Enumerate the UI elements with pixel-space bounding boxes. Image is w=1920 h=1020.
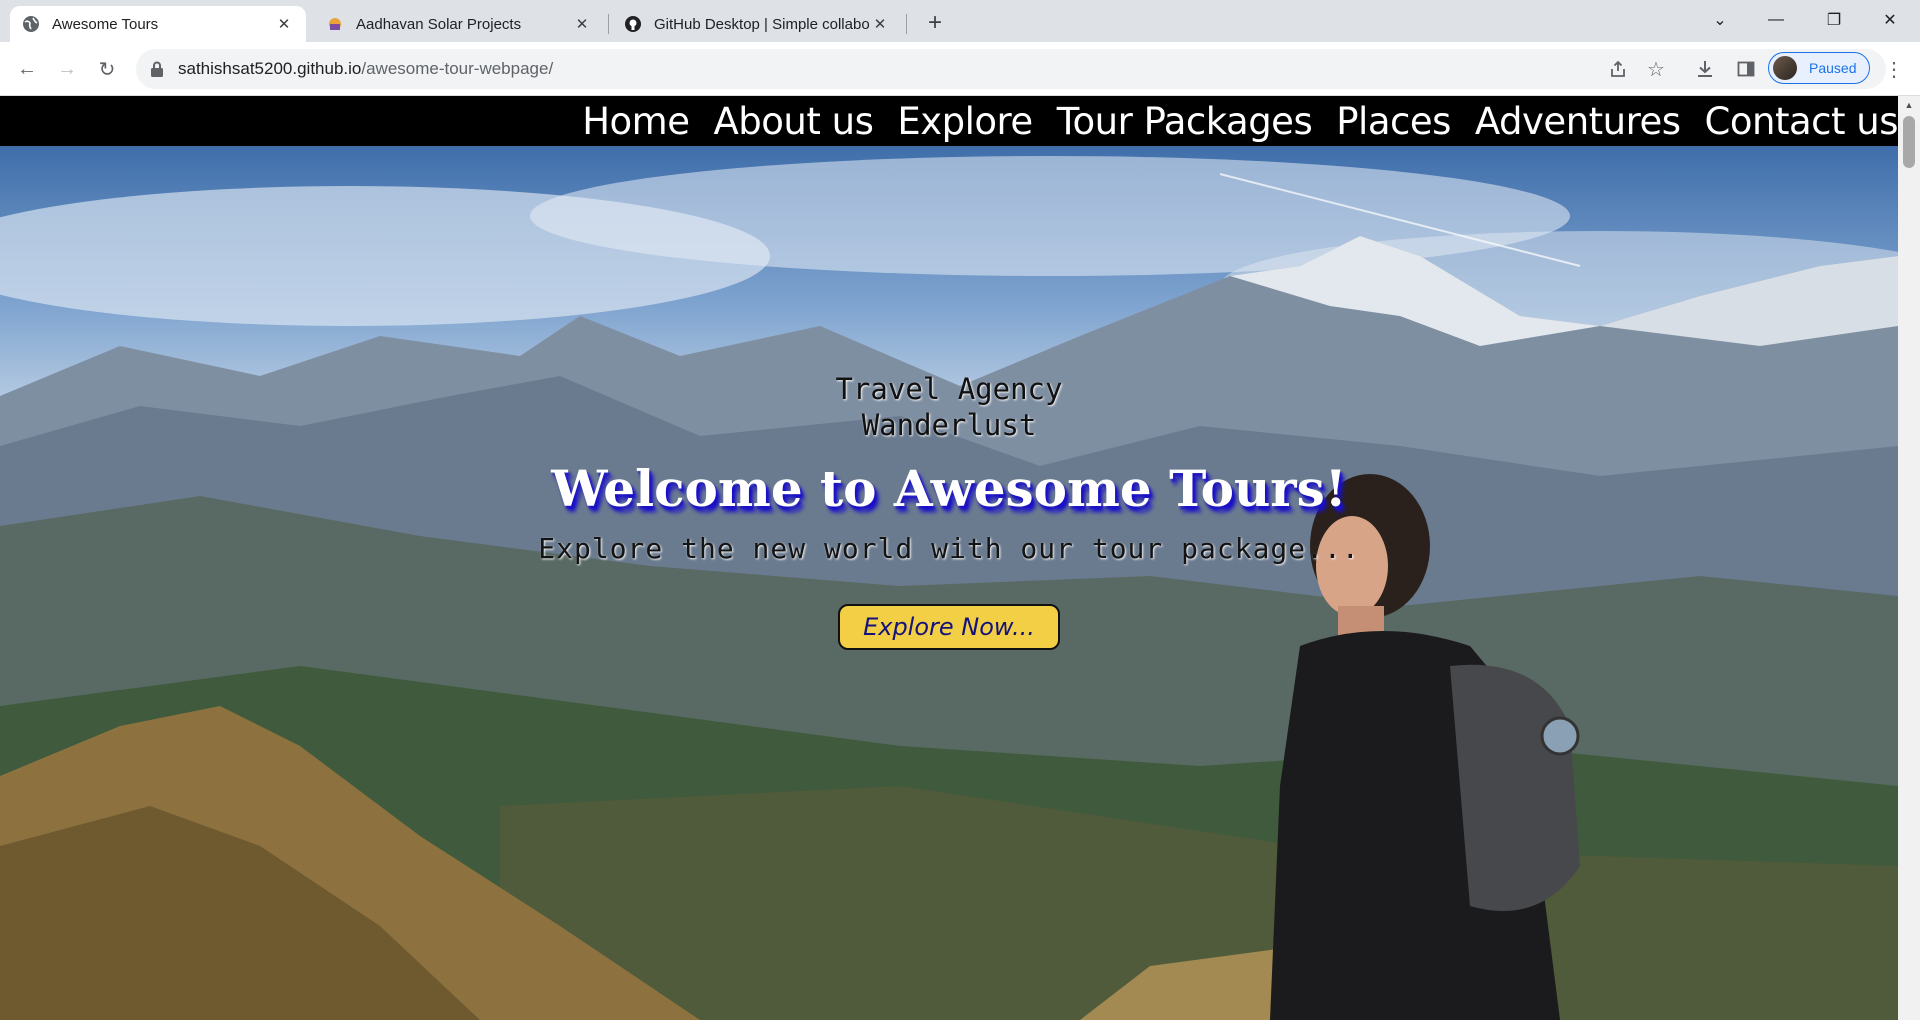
page-scrollbar[interactable]: ▲ xyxy=(1898,96,1920,1020)
side-panel-icon[interactable] xyxy=(1734,57,1758,81)
hero-subline: Explore the new world with our tour pack… xyxy=(538,532,1360,565)
hero-tagline-travel-agency: Travel Agency xyxy=(835,372,1063,406)
close-tab-icon[interactable]: ✕ xyxy=(572,14,592,34)
minimize-button[interactable]: — xyxy=(1748,0,1804,40)
restore-button[interactable]: ❐ xyxy=(1806,0,1862,40)
tab-awesome-tours[interactable]: Awesome Tours ✕ xyxy=(10,6,306,42)
tab-separator xyxy=(608,14,609,34)
scrollbar-thumb[interactable] xyxy=(1903,116,1915,168)
address-bar[interactable]: sathishsat5200.github.io/awesome-tour-we… xyxy=(136,49,1886,89)
explore-now-button[interactable]: Explore Now... xyxy=(838,604,1060,650)
nav-home[interactable]: Home xyxy=(582,100,690,143)
bookmark-star-icon[interactable]: ☆ xyxy=(1644,57,1668,81)
reload-icon[interactable]: ↻ xyxy=(91,53,123,85)
profile-button[interactable]: Paused xyxy=(1768,52,1870,84)
new-tab-button[interactable]: + xyxy=(920,8,950,38)
nav-explore[interactable]: Explore xyxy=(897,100,1033,143)
kebab-menu-icon[interactable]: ⋮ xyxy=(1882,57,1906,81)
globe-icon xyxy=(22,15,40,33)
tab-aadhavan-solar[interactable]: Aadhavan Solar Projects ✕ xyxy=(314,6,604,42)
nav-adventures[interactable]: Adventures xyxy=(1475,100,1681,143)
nav-tour-packages[interactable]: Tour Packages xyxy=(1057,100,1313,143)
back-arrow-icon[interactable]: ← xyxy=(11,53,43,85)
lock-icon[interactable] xyxy=(150,61,166,77)
avatar xyxy=(1773,56,1797,80)
browser-toolbar: ← → ↻ sathishsat5200.github.io/awesome-t… xyxy=(0,42,1920,96)
profile-status-label: Paused xyxy=(1809,60,1857,76)
url-path: /awesome-tour-webpage/ xyxy=(361,59,554,78)
mountain-landscape-background xyxy=(0,156,1898,1020)
nav-about-us[interactable]: About us xyxy=(713,100,873,143)
close-tab-icon[interactable]: ✕ xyxy=(870,14,890,34)
nav-places[interactable]: Places xyxy=(1336,100,1451,143)
close-window-button[interactable]: ✕ xyxy=(1862,0,1918,40)
solar-favicon-icon xyxy=(326,15,344,33)
tab-search-chevron-down-icon[interactable]: ⌄ xyxy=(1692,0,1748,40)
web-page: Travel Agency Wanderlust Welcome to Awes… xyxy=(0,96,1898,1020)
github-icon xyxy=(624,15,642,33)
close-tab-icon[interactable]: ✕ xyxy=(274,14,294,34)
nav-contact-us[interactable]: Contact us xyxy=(1705,100,1898,143)
forward-arrow-icon[interactable]: → xyxy=(51,53,83,85)
tab-strip: Awesome Tours ✕ Aadhavan Solar Projects … xyxy=(0,0,1920,42)
tab-title: Awesome Tours xyxy=(52,15,159,33)
site-navbar: Home About us Explore Tour Packages Plac… xyxy=(0,96,1898,146)
scroll-up-arrow-icon[interactable]: ▲ xyxy=(1904,100,1914,110)
tab-github-desktop[interactable]: GitHub Desktop | Simple collabo ✕ xyxy=(612,6,902,42)
share-icon[interactable] xyxy=(1606,57,1630,81)
tab-title: GitHub Desktop | Simple collabo xyxy=(654,15,870,33)
hero-tagline-wanderlust: Wanderlust xyxy=(861,408,1037,442)
tab-title: Aadhavan Solar Projects xyxy=(356,15,522,33)
download-icon[interactable] xyxy=(1693,57,1717,81)
tab-separator xyxy=(906,14,907,34)
url-text[interactable]: sathishsat5200.github.io/awesome-tour-we… xyxy=(178,59,553,79)
hero-headline: Welcome to Awesome Tours! xyxy=(551,459,1347,518)
url-host: sathishsat5200.github.io xyxy=(178,59,362,78)
hero-section: Travel Agency Wanderlust Welcome to Awes… xyxy=(0,146,1898,1020)
